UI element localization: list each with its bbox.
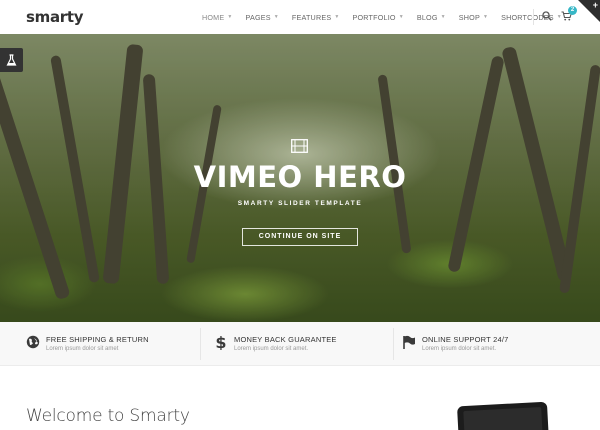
nav-item-label: HOME <box>202 12 225 22</box>
nav-item-label: SHOP <box>458 12 480 22</box>
dollar-icon: $ <box>215 334 226 350</box>
chevron-down-icon: ▼ <box>227 14 233 20</box>
nav-item-label: PORTFOLIO <box>352 12 396 22</box>
nav-item-pages[interactable]: PAGES ▼ <box>246 13 279 22</box>
globe-icon <box>26 335 40 349</box>
chevron-down-icon: ▼ <box>334 14 340 20</box>
flask-icon <box>6 54 17 66</box>
nav-item-blog[interactable]: BLOG ▼ <box>417 13 446 22</box>
nav-item-portfolio[interactable]: PORTFOLIO ▼ <box>352 13 403 22</box>
nav-item-home[interactable]: HOME ▼ <box>202 13 233 22</box>
nav-item-features[interactable]: FEATURES ▼ <box>292 13 340 22</box>
feature-divider <box>393 328 394 360</box>
feature-desc: Lorem ipsum dolor sit amet. <box>422 346 497 352</box>
nav-item-label: BLOG <box>416 12 438 22</box>
flag-icon <box>403 335 415 349</box>
site-header: smarty HOME ▼ PAGES ▼ FEATURES ▼ PORTFOL… <box>0 0 600 34</box>
nav-item-label: PAGES <box>245 12 271 22</box>
feature-desc: Lorem ipsum dolor sit amet. <box>234 346 309 352</box>
nav-item-shop[interactable]: SHOP ▼ <box>459 13 488 22</box>
feature-desc: Lorem ipsum dolor sit amet <box>46 346 119 352</box>
style-switcher-tab[interactable] <box>0 48 23 72</box>
feature-divider <box>200 328 201 360</box>
welcome-heading: Welcome to Smarty <box>26 406 190 426</box>
features-bar: FREE SHIPPING & RETURN Lorem ipsum dolor… <box>0 322 600 366</box>
plus-icon[interactable]: + <box>593 1 598 10</box>
chevron-down-icon: ▼ <box>482 14 489 20</box>
search-icon[interactable] <box>542 11 552 21</box>
hero-subtitle: SMARTY SLIDER TEMPLATE <box>237 200 363 207</box>
film-icon <box>291 139 308 153</box>
continue-button[interactable]: CONTINUE ON SITE <box>242 228 358 246</box>
nav-divider <box>533 9 534 25</box>
main-nav: HOME ▼ PAGES ▼ FEATURES ▼ PORTFOLIO ▼ BL… <box>202 0 575 34</box>
feature-title: MONEY BACK GUARANTEE <box>234 335 337 344</box>
hero-title: VIMEO HERO <box>193 160 407 194</box>
feature-title: ONLINE SUPPORT 24/7 <box>422 335 509 344</box>
chevron-down-icon: ▼ <box>440 14 446 20</box>
svg-text:$: $ <box>215 334 226 350</box>
nav-item-label: FEATURES <box>291 12 332 22</box>
site-logo[interactable]: smarty <box>26 8 84 26</box>
tablet-image <box>457 401 549 430</box>
nav-item-shortcodes[interactable]: SHORTCODES ▼ <box>501 13 562 22</box>
feature-title: FREE SHIPPING & RETURN <box>46 335 149 344</box>
tablet-screen <box>463 406 543 430</box>
hero-slider: VIMEO HERO SMARTY SLIDER TEMPLATE CONTIN… <box>0 34 600 322</box>
chevron-down-icon: ▼ <box>398 14 404 20</box>
cart-count-badge: 2 <box>568 6 577 15</box>
chevron-down-icon: ▼ <box>273 14 279 20</box>
